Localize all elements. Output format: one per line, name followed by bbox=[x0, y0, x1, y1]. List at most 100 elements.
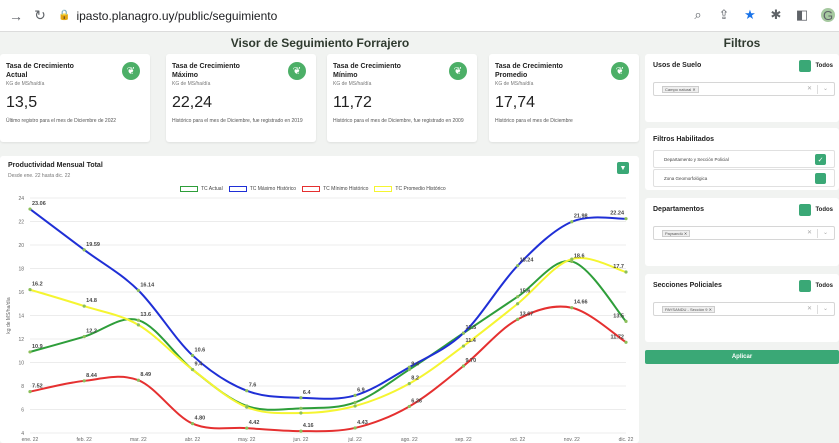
data-point bbox=[299, 411, 303, 415]
legend-swatch bbox=[180, 186, 198, 192]
address-bar[interactable]: 🔒 ipasto.planagro.uy/public/seguimiento bbox=[58, 5, 658, 27]
card-title: Tasa de Crecimiento Mínimo bbox=[333, 63, 401, 79]
x-tick-label: jun. 22 bbox=[292, 437, 308, 443]
y-tick-label: 24 bbox=[18, 196, 24, 202]
card-maximo: Tasa de Crecimiento Máximo KG de MS/ha/d… bbox=[166, 54, 316, 142]
data-label: 6.9 bbox=[357, 387, 365, 393]
legend-item[interactable]: TC Promedio Histórico bbox=[374, 186, 446, 192]
y-tick-label: 20 bbox=[18, 243, 24, 249]
selected-chip[interactable]: PAYSANDU - Sección 9 ✕ bbox=[662, 306, 716, 313]
profile-avatar[interactable]: G bbox=[821, 8, 835, 23]
x-tick-label: feb. 22 bbox=[77, 437, 93, 443]
sidepanel-icon[interactable]: ◧ bbox=[795, 7, 809, 22]
data-label: 8.49 bbox=[140, 372, 151, 378]
panel-usos-suelo: Usos de Suelo Todos Campo natural ✕ ✕ ⌄ bbox=[645, 54, 839, 122]
legend-item[interactable]: TC Actual bbox=[180, 186, 223, 192]
todos-toggle[interactable]: Todos bbox=[799, 60, 833, 72]
filter-row-zona[interactable]: Zona Geomorfológica bbox=[653, 169, 835, 187]
panel-departamentos: Departamentos Todos Paysandú ✕ ✕ ⌄ bbox=[645, 198, 839, 266]
legend-swatch bbox=[374, 186, 393, 192]
series-line bbox=[29, 305, 627, 433]
check-icon[interactable]: ✓ bbox=[815, 154, 826, 165]
data-point bbox=[28, 207, 32, 211]
data-label: 10.9 bbox=[32, 344, 43, 350]
x-tick-label: jul. 22 bbox=[347, 437, 362, 443]
extensions-icon[interactable]: ✱ bbox=[769, 7, 783, 22]
card-title: Tasa de Crecimiento Promedio bbox=[495, 63, 563, 79]
back-arrow-icon[interactable]: → bbox=[8, 8, 24, 24]
chevron-down-icon[interactable]: ⌄ bbox=[823, 305, 828, 312]
data-point bbox=[28, 390, 32, 394]
data-label: 16.14 bbox=[140, 282, 155, 288]
data-label: 18.24 bbox=[520, 258, 535, 264]
card-desc: Histórico para el mes de Diciembre bbox=[495, 118, 573, 124]
panel-title: Usos de Suelo bbox=[653, 62, 702, 69]
apply-button[interactable]: Aplicar bbox=[645, 350, 839, 364]
card-desc: Histórico para el mes de Diciembre, fue … bbox=[172, 118, 303, 124]
clear-icon[interactable]: ✕ bbox=[807, 229, 812, 236]
data-point bbox=[353, 393, 357, 397]
leaf-icon: ❦ bbox=[122, 62, 140, 80]
card-value: 13,5 bbox=[6, 94, 38, 111]
data-label: 9.70 bbox=[465, 358, 476, 364]
clear-icon[interactable]: ✕ bbox=[807, 85, 812, 92]
chart-legend: TC Actual TC Máximo Histórico TC Mínimo Hi… bbox=[180, 186, 446, 192]
clear-icon[interactable]: ✕ bbox=[807, 305, 812, 312]
x-tick-label: sep. 22 bbox=[455, 437, 472, 443]
x-tick-label: ago. 22 bbox=[401, 437, 418, 443]
legend-swatch bbox=[228, 186, 247, 192]
browser-actions: ⌕ ⇪ ★ ✱ ◧ G bbox=[691, 7, 835, 23]
card-value: 11,72 bbox=[333, 94, 372, 111]
panel-secciones: Secciones Policiales Todos PAYSANDU - Se… bbox=[645, 274, 839, 342]
x-tick-label: abr. 22 bbox=[185, 437, 201, 443]
data-label: 13.67 bbox=[520, 311, 534, 317]
todos-checkbox[interactable] bbox=[799, 204, 812, 216]
card-desc: Último registro para el mes de Diciembre… bbox=[6, 118, 117, 124]
card-promedio: Tasa de Crecimiento Promedio KG de MS/ha… bbox=[489, 54, 639, 142]
bookmark-star-icon[interactable]: ★ bbox=[743, 7, 757, 22]
usos-select[interactable]: Campo natural ✕ ✕ ⌄ bbox=[653, 82, 835, 96]
legend-label: TC Actual bbox=[201, 186, 223, 192]
data-point bbox=[245, 405, 249, 409]
data-point bbox=[136, 288, 140, 292]
card-unit: KG de MS/ha/día bbox=[495, 81, 534, 87]
page-content: Visor de Seguimiento Forrajero Filtros T… bbox=[0, 32, 839, 443]
data-point bbox=[407, 404, 411, 409]
data-point bbox=[136, 318, 140, 322]
card-unit: KG de MS/ha/día bbox=[6, 81, 45, 87]
reload-icon[interactable]: ↻ bbox=[32, 7, 48, 24]
series-line bbox=[29, 260, 627, 411]
data-point bbox=[190, 367, 195, 372]
data-label: 7.52 bbox=[32, 384, 43, 390]
data-point bbox=[82, 335, 86, 339]
data-label: 21.98 bbox=[574, 214, 588, 220]
data-point bbox=[624, 340, 628, 344]
x-tick-label: dic. 22 bbox=[619, 437, 634, 443]
data-point bbox=[299, 429, 303, 433]
y-tick-label: 14 bbox=[18, 314, 24, 320]
secciones-select[interactable]: PAYSANDU - Sección 9 ✕ ✕ ⌄ bbox=[653, 302, 835, 316]
chevron-down-icon[interactable]: ⌄ bbox=[823, 229, 828, 236]
selected-chip[interactable]: Campo natural ✕ bbox=[662, 86, 699, 93]
legend-item[interactable]: TC Máximo Histórico bbox=[228, 186, 296, 192]
legend-item[interactable]: TC Mínimo Histórico bbox=[302, 186, 368, 192]
data-point bbox=[299, 406, 303, 410]
data-point bbox=[516, 317, 520, 321]
zoom-icon[interactable]: ⌕ bbox=[691, 7, 705, 22]
data-label: 9.4 bbox=[411, 362, 420, 368]
chevron-down-icon[interactable]: ⌄ bbox=[823, 85, 828, 92]
y-tick-label: 8 bbox=[21, 384, 24, 390]
todos-toggle[interactable]: Todos bbox=[799, 204, 833, 216]
departamentos-select[interactable]: Paysandú ✕ ✕ ⌄ bbox=[653, 226, 835, 240]
todos-toggle[interactable]: Todos bbox=[799, 280, 833, 292]
todos-label: Todos bbox=[815, 283, 833, 289]
selected-chip[interactable]: Paysandú ✕ bbox=[662, 230, 691, 237]
todos-checkbox[interactable] bbox=[799, 280, 812, 292]
chart-filter-button[interactable]: ▼ bbox=[617, 162, 629, 174]
data-point bbox=[461, 344, 466, 348]
filter-row-departamento[interactable]: Departamento y Sección Policial ✓ bbox=[653, 150, 835, 168]
todos-checkbox[interactable] bbox=[799, 60, 812, 72]
leaf-icon: ❦ bbox=[449, 62, 467, 80]
share-icon[interactable]: ⇪ bbox=[717, 7, 731, 22]
checkbox[interactable] bbox=[815, 173, 826, 184]
